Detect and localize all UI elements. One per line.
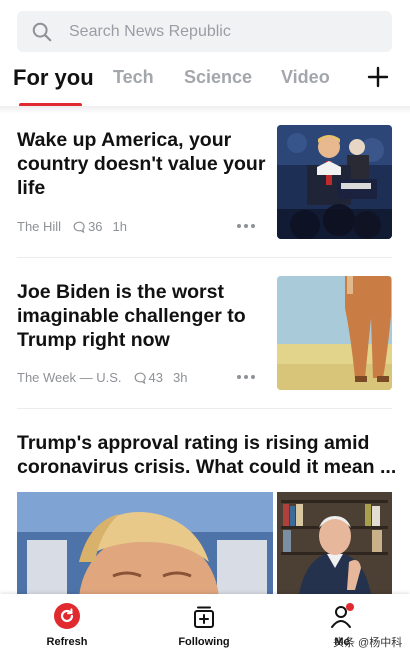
nav-following-label: Following <box>178 636 230 648</box>
tab-for-you[interactable]: For you <box>13 65 94 91</box>
article-source: The Hill <box>17 219 62 234</box>
article-meta: The Hill 36 1h <box>17 219 127 234</box>
tab-science[interactable]: Science <box>184 67 252 88</box>
nav-refresh-label: Refresh <box>46 636 88 648</box>
category-tabs: For you Tech Science Video <box>0 60 410 108</box>
search-bar[interactable]: Search News Republic <box>17 11 392 52</box>
comment-count-value: 43 <box>148 370 163 385</box>
notification-dot <box>346 603 354 611</box>
more-options-icon[interactable] <box>236 223 256 229</box>
article-source: The Week — U.S. <box>17 370 122 385</box>
article-time: 1h <box>112 219 128 234</box>
comment-icon <box>134 372 146 384</box>
legs-on-stage-photo <box>277 276 392 390</box>
article-thumbnail[interactable] <box>277 276 392 390</box>
nav-following[interactable]: Following <box>159 602 249 648</box>
article-meta: The Week — U.S. 43 3h <box>17 370 187 385</box>
search-placeholder: Search News Republic <box>69 22 231 40</box>
nav-refresh[interactable]: Refresh <box>22 602 112 648</box>
comment-icon <box>73 221 85 233</box>
trump-press-briefing-photo <box>277 125 392 239</box>
biden-bookshelf-photo <box>277 492 392 594</box>
article-divider <box>17 257 392 258</box>
comment-count: 36 <box>73 219 103 234</box>
comment-count: 43 <box>134 370 163 385</box>
article-title[interactable]: Wake up America, your country doesn't va… <box>17 128 267 200</box>
comment-count-value: 36 <box>88 219 103 234</box>
article-image[interactable] <box>17 492 273 594</box>
article-thumbnail[interactable] <box>277 125 392 239</box>
header-shadow <box>0 106 410 114</box>
article-image[interactable] <box>277 492 392 594</box>
following-icon <box>194 606 214 628</box>
add-category-icon[interactable] <box>366 65 390 89</box>
more-options-icon[interactable] <box>236 374 256 380</box>
profile-icon <box>331 603 354 628</box>
article-time: 3h <box>172 370 188 385</box>
refresh-icon <box>54 603 80 629</box>
search-icon <box>32 22 52 41</box>
article-title[interactable]: Joe Biden is the worst imaginable challe… <box>17 280 267 352</box>
watermark-text: 头条 @杨中科 <box>333 637 403 649</box>
article-divider <box>17 408 392 409</box>
trump-closeup-photo <box>17 492 273 594</box>
article-title[interactable]: Trump's approval rating is rising amid c… <box>17 431 397 479</box>
tab-tech[interactable]: Tech <box>113 67 154 88</box>
tab-video[interactable]: Video <box>281 67 330 88</box>
